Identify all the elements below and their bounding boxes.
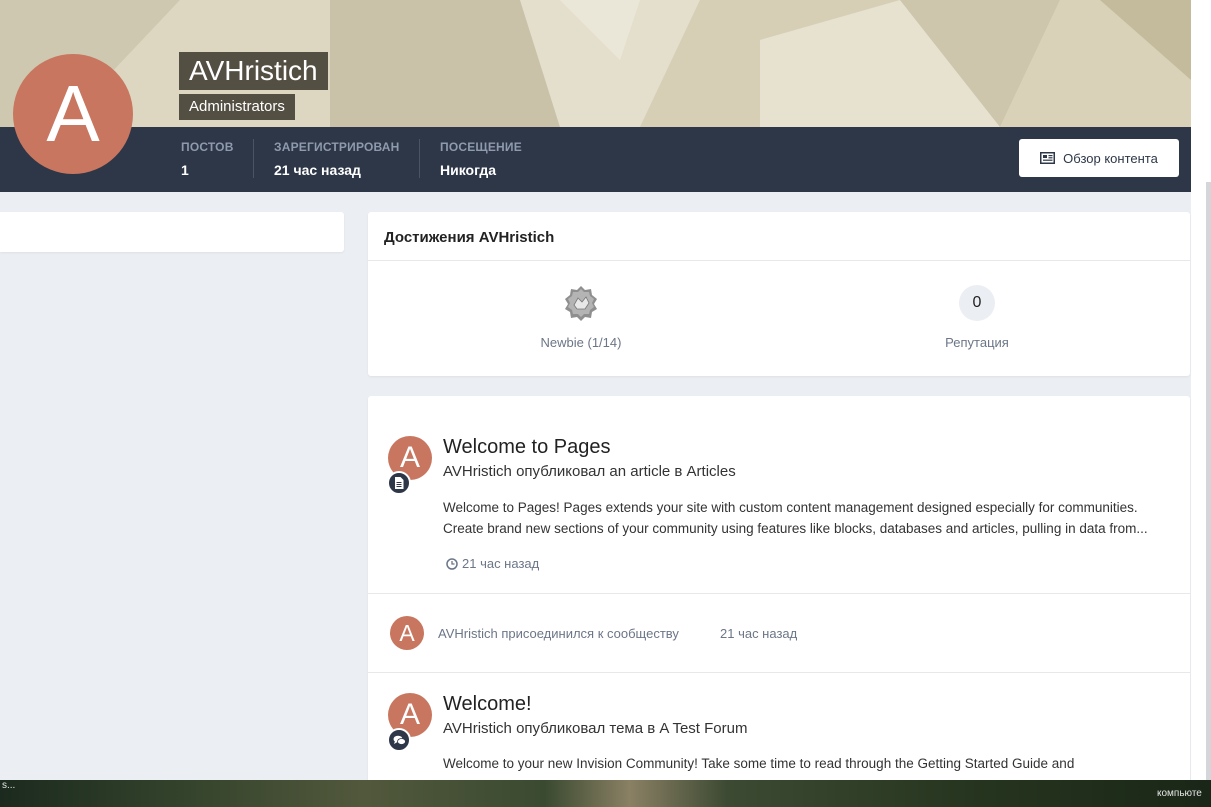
activity-item-title[interactable]: Welcome to Pages <box>443 436 611 459</box>
taskbar-right-text: компьюте <box>1157 788 1202 799</box>
activity-item-meta: AVHristich опубликовал an article в Arti… <box>443 463 736 480</box>
group-box: Administrators <box>179 94 295 120</box>
activity-item-snippet: Welcome to your new Invision Community! … <box>443 753 1173 774</box>
profile-group: Administrators <box>189 98 285 115</box>
document-icon <box>395 477 404 489</box>
taskbar-left-text: s... <box>2 780 16 791</box>
activity-item-snippet: Welcome to Pages! Pages extends your sit… <box>443 497 1173 539</box>
newspaper-icon <box>1040 152 1056 164</box>
profile-username: AVHristich <box>189 55 318 86</box>
left-sidebar-panel <box>0 212 344 252</box>
stat-registered: ЗАРЕГИСТРИРОВАН 21 час назад <box>274 140 400 178</box>
rank-label: Newbie (1/14) <box>540 335 622 350</box>
snippet-line: Welcome to your new Invision Community! … <box>443 756 1075 771</box>
activity-item-meta: AVHristich опубликовал тема в A Test For… <box>443 720 748 737</box>
profile-avatar[interactable]: A <box>13 54 133 174</box>
stat-divider <box>419 139 420 178</box>
snippet-line: Create brand new sections of your commun… <box>443 521 1148 536</box>
stat-posts: ПОСТОВ 1 <box>181 140 234 178</box>
activity-item-time[interactable]: 21 час назад <box>446 556 539 571</box>
item-type-badge <box>387 471 411 495</box>
stat-registered-label: ЗАРЕГИСТРИРОВАН <box>274 140 400 154</box>
achievements-title: Достижения AVHristich <box>384 229 555 246</box>
joined-community-text: AVHristich присоединился к сообществу <box>438 626 679 641</box>
achievements-divider <box>368 260 1190 261</box>
stat-posts-label: ПОСТОВ <box>181 140 234 154</box>
stat-last-visit: ПОСЕЩЕНИЕ Никогда <box>440 140 522 178</box>
profile-header-bar: ПОСТОВ 1 ЗАРЕГИСТРИРОВАН 21 час назад ПО… <box>0 127 1191 192</box>
joined-time[interactable]: 21 час назад <box>720 626 797 641</box>
clock-icon <box>446 557 458 570</box>
rank-badge-icon[interactable] <box>563 285 599 321</box>
activity-item-title[interactable]: Welcome! <box>443 693 532 716</box>
stat-posts-value: 1 <box>181 162 189 178</box>
reputation-label: Репутация <box>945 335 1009 350</box>
achievements-card: Достижения AVHristich Newbie (1/14) 0 Ре… <box>368 212 1190 376</box>
avatar-letter: A <box>46 69 100 158</box>
page-scrollbar[interactable] <box>1206 182 1211 782</box>
author-avatar[interactable]: A <box>390 616 424 650</box>
content-overview-label: Обзор контента <box>1063 150 1158 166</box>
comments-icon <box>393 735 406 745</box>
activity-divider <box>368 672 1190 673</box>
content-overview-button[interactable]: Обзор контента <box>1019 139 1179 177</box>
reputation-counter: 0 <box>959 285 995 321</box>
reputation-value: 0 <box>972 294 982 311</box>
stat-registered-value: 21 час назад <box>274 162 361 178</box>
stat-last-visit-label: ПОСЕЩЕНИЕ <box>440 140 522 154</box>
stat-divider <box>253 139 254 178</box>
avatar-letter: A <box>399 441 420 474</box>
item-type-badge <box>387 728 411 752</box>
stat-last-visit-value: Никогда <box>440 162 497 178</box>
desktop-taskbar: s... компьюте <box>0 780 1211 807</box>
activity-stream: A Welcome to Pages AVHristich опубликова… <box>368 396 1190 807</box>
snippet-line: Welcome to Pages! Pages extends your sit… <box>443 500 1138 515</box>
activity-divider <box>368 593 1190 594</box>
avatar-letter: A <box>399 698 420 731</box>
avatar-letter: A <box>399 619 415 646</box>
username-box: AVHristich <box>179 52 328 90</box>
time-text: 21 час назад <box>462 556 540 571</box>
